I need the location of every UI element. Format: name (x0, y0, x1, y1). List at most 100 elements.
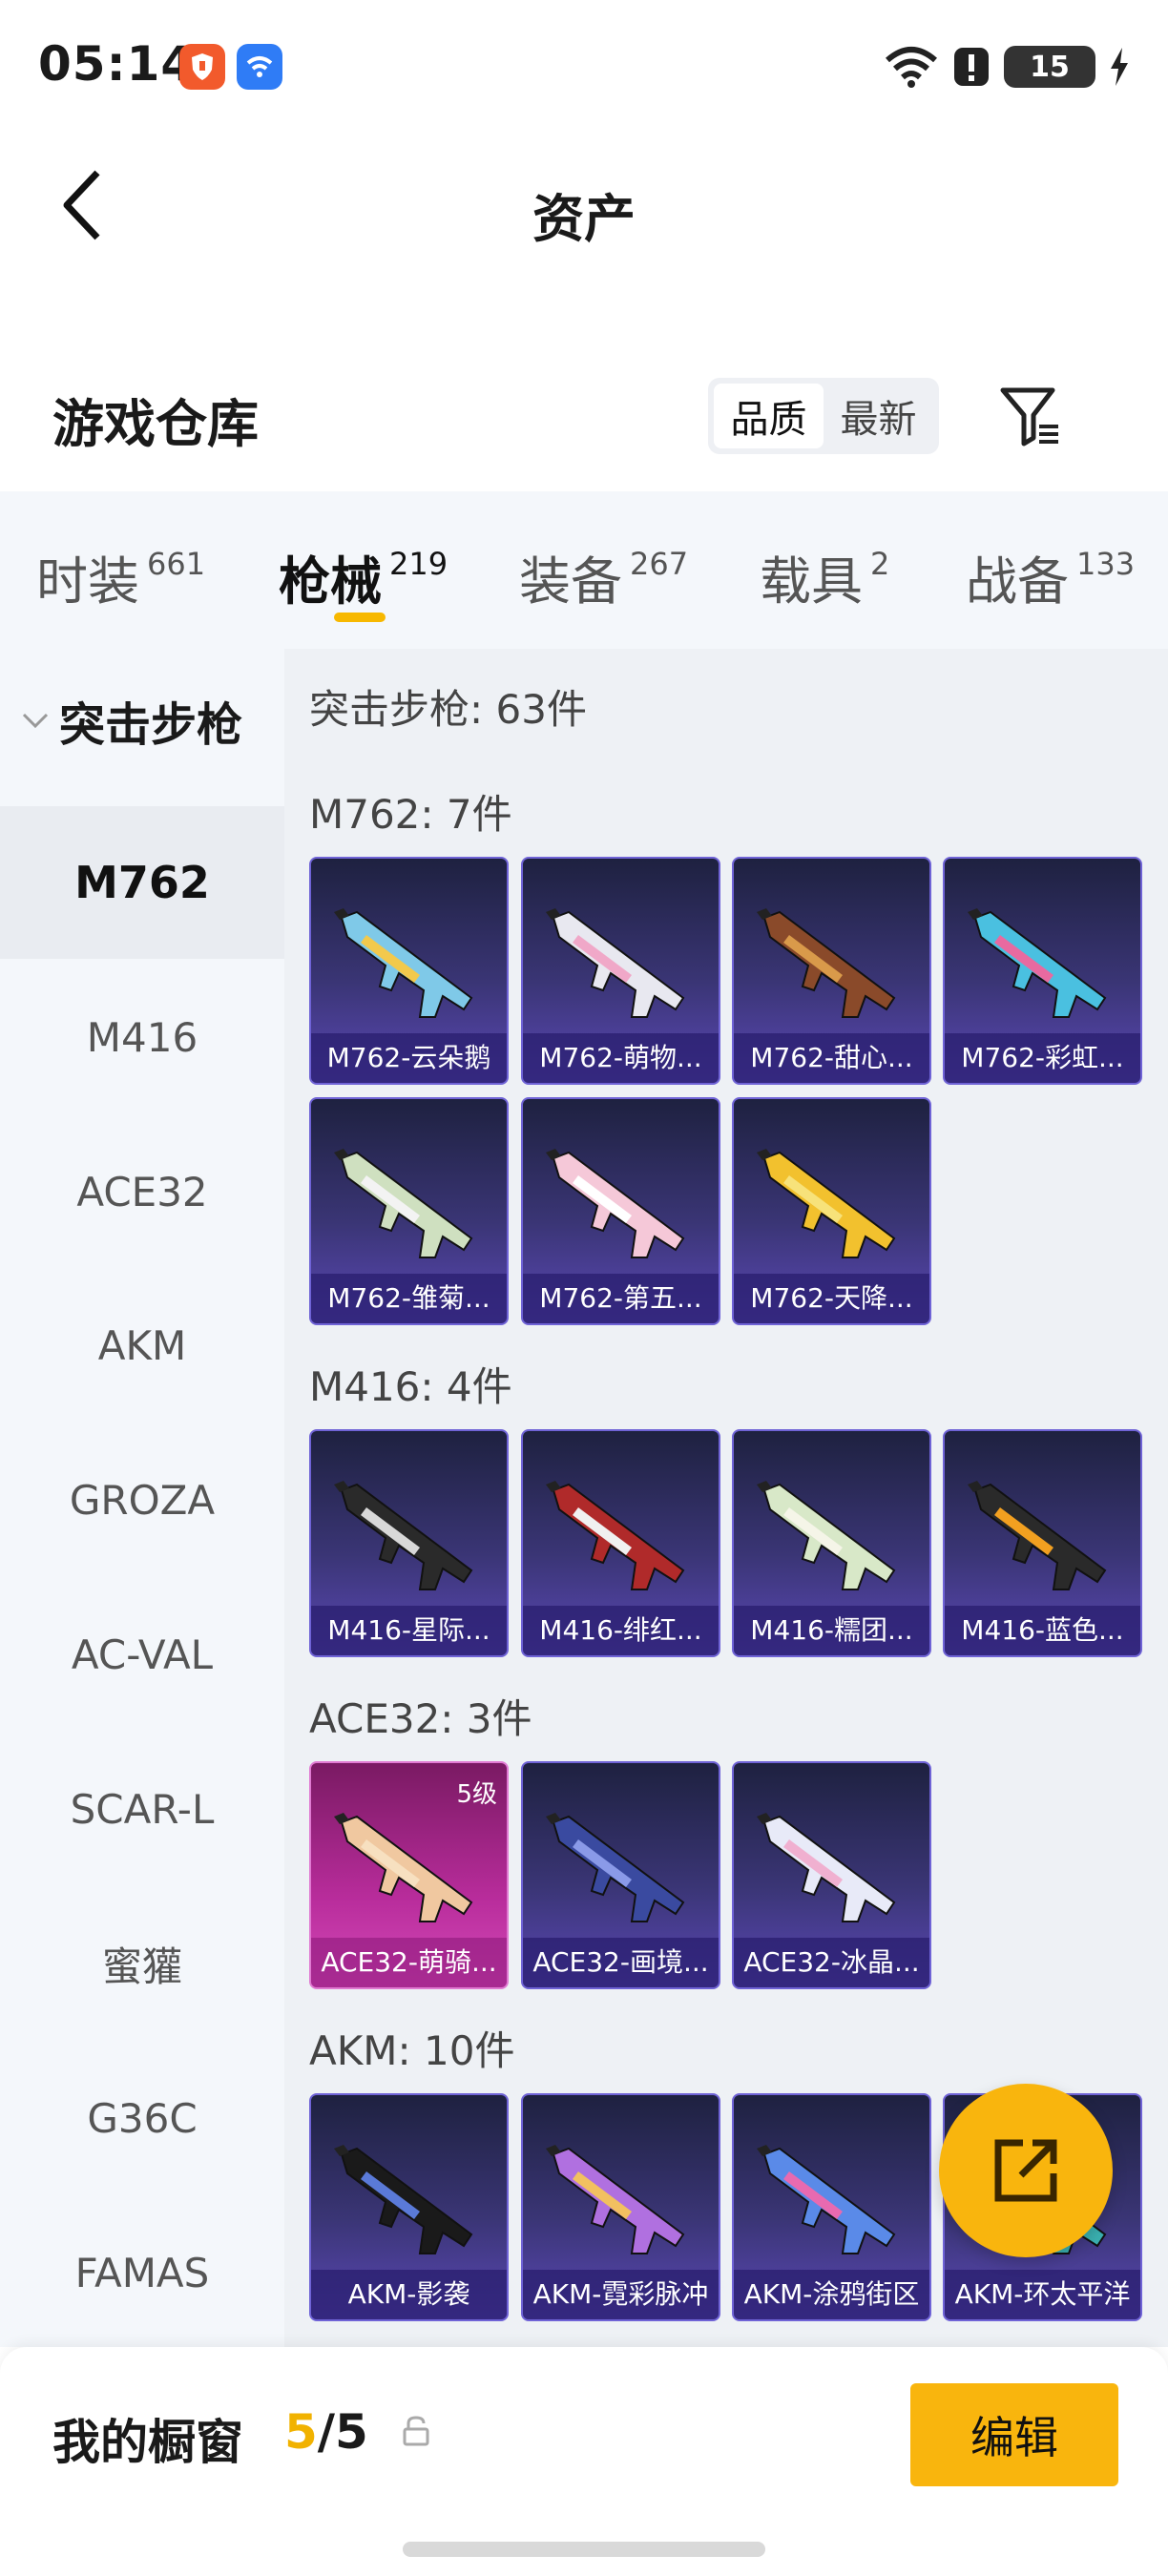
skin-card[interactable]: M762-云朵鹅 (309, 857, 509, 1085)
battery-indicator: 15 (1004, 46, 1095, 88)
skin-name: ACE32-冰晶... (734, 1938, 929, 1987)
status-indicators: 15 (884, 42, 1130, 92)
rifle-skin-image (757, 908, 896, 1018)
filter-button[interactable] (992, 378, 1069, 454)
skin-name: M762-云朵鹅 (311, 1033, 507, 1083)
group-title-akm: AKM: 10件 (309, 2027, 515, 2074)
sidebar-group-assault-rifles[interactable]: 突击步枪 (21, 687, 242, 754)
tab-supplies[interactable]: 战备 133 (966, 539, 1135, 614)
sidebar-item-scar-l[interactable]: SCAR-L (0, 1733, 284, 1885)
tab-fashion[interactable]: 时装 661 (36, 539, 205, 614)
skin-card[interactable]: AKM-涂鸦街区 (732, 2093, 931, 2321)
skin-name: M762-萌物... (523, 1033, 719, 1083)
share-icon (994, 2139, 1057, 2202)
status-bar: 05:14 15 (0, 0, 1168, 134)
sort-quality-button[interactable]: 品质 (714, 384, 824, 448)
sidebar-item-honey-badger[interactable]: 蜜獾 (0, 1887, 284, 2040)
rifle-skin-image (757, 2145, 896, 2254)
filter-icon (1000, 387, 1058, 447)
sort-toggle: 品质 最新 (708, 378, 939, 454)
skin-name: M416-糯团... (734, 1606, 929, 1655)
nav-bar: 资产 (0, 134, 1168, 277)
skin-name: ACE32-画境... (523, 1938, 719, 1987)
sidebar-item-m416[interactable]: M416 (0, 961, 284, 1113)
rifle-skin-image (334, 1149, 473, 1258)
sidebar-item-famas[interactable]: FAMAS (0, 2196, 284, 2347)
rifle-skin-image (334, 908, 473, 1018)
page-title: 资产 (532, 189, 636, 249)
sidebar-item-g36c[interactable]: G36C (0, 2042, 284, 2194)
skin-card[interactable]: M762-雏菊... (309, 1097, 509, 1325)
skin-card[interactable]: AKM-霓彩脉冲 (521, 2093, 720, 2321)
tab-firearms[interactable]: 枪械 219 (279, 539, 448, 614)
status-time: 05:14 (38, 36, 196, 92)
group-title-m762: M762: 7件 (309, 791, 512, 838)
skin-card[interactable]: M762-天降... (732, 1097, 931, 1325)
skin-name: M762-彩虹... (945, 1033, 1140, 1083)
rifle-skin-image (334, 1813, 473, 1922)
skin-card[interactable]: AKM-影袭 (309, 2093, 509, 2321)
skin-card[interactable]: ACE32-画境... (521, 1761, 720, 1989)
showcase-bar: 我的橱窗 5/5 编辑 (0, 2347, 1168, 2576)
rifle-skin-image (968, 1481, 1107, 1590)
category-count-header: 突击步枪: 63件 (309, 686, 587, 733)
category-tabs: 时装 661 枪械 219 装备 267 载具 2 战备 133 (0, 491, 1168, 649)
skin-name: M416-蓝色... (945, 1606, 1140, 1655)
rifle-skin-image (334, 1481, 473, 1590)
rifle-skin-image (757, 1149, 896, 1258)
level-badge: 5级 (456, 1780, 497, 1809)
warehouse-title: 游戏仓库 (52, 394, 259, 454)
skin-name: AKM-霓彩脉冲 (523, 2270, 719, 2319)
rifle-skin-image (546, 908, 685, 1018)
skin-card[interactable]: M416-蓝色... (943, 1429, 1142, 1657)
rifle-skin-image (546, 1481, 685, 1590)
rifle-skin-image (546, 1149, 685, 1258)
skin-name: AKM-环太平洋 (945, 2270, 1140, 2319)
sidebar-item-groza[interactable]: GROZA (0, 1423, 284, 1576)
rifle-skin-image (757, 1813, 896, 1922)
sidebar-item-akm[interactable]: AKM (0, 1269, 284, 1422)
showcase-count: 5/5 (284, 2404, 368, 2460)
skin-card[interactable]: ACE32-冰晶... (732, 1761, 931, 1989)
showcase-title: 我的橱窗 (52, 2415, 243, 2470)
skin-name: M416-星际... (311, 1606, 507, 1655)
skin-card[interactable]: M762-第五... (521, 1097, 720, 1325)
alert-icon (954, 48, 989, 86)
share-button[interactable] (939, 2084, 1113, 2257)
skin-card[interactable]: M762-彩虹... (943, 857, 1142, 1085)
skin-card[interactable]: M416-糯团... (732, 1429, 931, 1657)
wifi-signal-icon (886, 47, 937, 88)
skin-card[interactable]: 5级 ACE32-萌骑... (309, 1761, 509, 1989)
tab-vehicles[interactable]: 载具 2 (760, 539, 889, 614)
rifle-skin-image (546, 1813, 685, 1922)
sidebar-item-ac-val[interactable]: AC-VAL (0, 1578, 284, 1731)
skin-name: M762-甜心... (734, 1033, 929, 1083)
active-tab-indicator (334, 613, 386, 622)
skin-card[interactable]: M762-萌物... (521, 857, 720, 1085)
skin-card[interactable]: M416-星际... (309, 1429, 509, 1657)
sort-newest-button[interactable]: 最新 (824, 384, 933, 448)
sidebar-item-ace32[interactable]: ACE32 (0, 1115, 284, 1268)
skin-card[interactable]: M416-绯红... (521, 1429, 720, 1657)
skin-name: M762-雏菊... (311, 1274, 507, 1323)
chevron-down-icon (22, 713, 49, 729)
rifle-skin-image (546, 2145, 685, 2254)
skin-name: AKM-影袭 (311, 2270, 507, 2319)
skin-name: M762-第五... (523, 1274, 719, 1323)
weapon-sidebar: 突击步枪 M762 M416 ACE32 AKM GROZA AC-VAL SC… (0, 649, 284, 2347)
group-title-ace32: ACE32: 3件 (309, 1695, 532, 1742)
wifi-app-icon (237, 44, 282, 90)
shield-app-icon (179, 44, 225, 90)
skin-name: M762-天降... (734, 1274, 929, 1323)
group-title-m416: M416: 4件 (309, 1363, 512, 1410)
charging-icon (1111, 48, 1128, 86)
edit-button[interactable]: 编辑 (910, 2383, 1118, 2486)
skin-card[interactable]: M762-甜心... (732, 857, 931, 1085)
lock-icon (403, 2416, 429, 2446)
rifle-skin-image (968, 908, 1107, 1018)
skin-name: ACE32-萌骑... (311, 1938, 507, 1987)
skin-name: AKM-涂鸦街区 (734, 2270, 929, 2319)
rifle-skin-image (757, 1481, 896, 1590)
sidebar-item-m762[interactable]: M762 (0, 806, 284, 959)
tab-equipment[interactable]: 装备 267 (519, 539, 688, 614)
